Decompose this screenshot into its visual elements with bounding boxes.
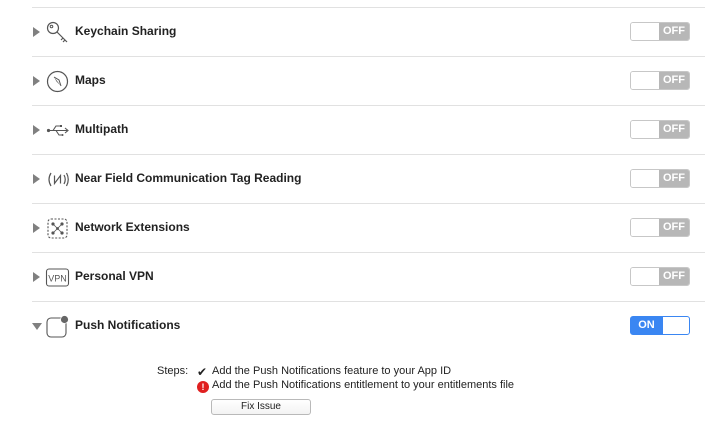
capability-label: Multipath bbox=[75, 122, 129, 136]
disclosure-triangle-expanded[interactable] bbox=[32, 323, 42, 330]
toggle-state-text: OFF bbox=[659, 23, 689, 40]
toggle-knob bbox=[631, 23, 660, 40]
capability-row-maps: Maps OFF bbox=[0, 57, 705, 106]
fix-issue-button[interactable]: Fix Issue bbox=[211, 399, 311, 415]
toggle-knob bbox=[631, 219, 660, 236]
toggle-state-text: OFF bbox=[659, 268, 689, 285]
capability-label: Maps bbox=[75, 73, 106, 87]
capability-toggle-on[interactable]: ON bbox=[630, 316, 690, 335]
toggle-state-text: ON bbox=[638, 319, 655, 331]
capabilities-list: Keychain Sharing OFF Maps OFF Multipath … bbox=[0, 0, 705, 437]
toggle-state-text: OFF bbox=[659, 219, 689, 236]
nfc-icon bbox=[45, 167, 70, 192]
step-text: Add the Push Notifications feature to yo… bbox=[212, 365, 452, 377]
disclosure-triangle[interactable] bbox=[33, 27, 40, 37]
capability-row-network-extensions: Network Extensions OFF bbox=[0, 204, 705, 253]
checkmark-icon: ✔ bbox=[197, 365, 208, 379]
disclosure-triangle[interactable] bbox=[33, 125, 40, 135]
error-icon: ! bbox=[197, 381, 209, 393]
vpn-icon: VPN bbox=[45, 265, 70, 290]
capability-row-nfc: Near Field Communication Tag Reading OFF bbox=[0, 155, 705, 204]
toggle-knob bbox=[631, 268, 660, 285]
step-text: Add the Push Notifications entitlement t… bbox=[212, 379, 515, 391]
capability-toggle-off[interactable]: OFF bbox=[630, 169, 690, 188]
toggle-knob bbox=[662, 317, 689, 334]
capability-row-keychain-sharing: Keychain Sharing OFF bbox=[0, 8, 705, 57]
toggle-state-text: OFF bbox=[659, 170, 689, 187]
toggle-knob bbox=[631, 170, 660, 187]
capability-toggle-off[interactable]: OFF bbox=[630, 71, 690, 90]
step-item-done: ✔ Add the Push Notifications feature to y… bbox=[197, 365, 452, 379]
capability-label: Network Extensions bbox=[75, 220, 190, 234]
capability-row-multipath: Multipath OFF bbox=[0, 106, 705, 155]
steps-label: Steps: bbox=[157, 365, 189, 377]
toggle-knob bbox=[631, 121, 660, 138]
capability-toggle-off[interactable]: OFF bbox=[630, 218, 690, 237]
notification-badge-icon bbox=[45, 314, 70, 339]
network-extension-icon bbox=[45, 216, 70, 241]
disclosure-triangle[interactable] bbox=[33, 223, 40, 233]
step-item-error: ! Add the Push Notifications entitlement … bbox=[197, 379, 514, 393]
capability-toggle-off[interactable]: OFF bbox=[630, 22, 690, 41]
capability-label: Near Field Communication Tag Reading bbox=[75, 171, 302, 185]
capability-label: Personal VPN bbox=[75, 269, 154, 283]
capability-toggle-off[interactable]: OFF bbox=[630, 120, 690, 139]
capability-toggle-off[interactable]: OFF bbox=[630, 267, 690, 286]
usb-icon bbox=[45, 118, 70, 143]
capability-row-personal-vpn: VPN Personal VPN OFF bbox=[0, 253, 705, 302]
disclosure-triangle[interactable] bbox=[33, 272, 40, 282]
toggle-state-text: OFF bbox=[659, 121, 689, 138]
toggle-state-text: OFF bbox=[659, 72, 689, 89]
compass-icon bbox=[45, 69, 70, 94]
capability-label: Keychain Sharing bbox=[75, 24, 177, 38]
disclosure-triangle[interactable] bbox=[33, 174, 40, 184]
vpn-icon-text: VPN bbox=[48, 274, 67, 284]
capability-row-push-notifications: Push Notifications ON bbox=[0, 302, 705, 351]
disclosure-triangle[interactable] bbox=[33, 76, 40, 86]
key-icon bbox=[45, 20, 70, 45]
capability-label: Push Notifications bbox=[75, 318, 181, 332]
toggle-knob bbox=[631, 72, 660, 89]
